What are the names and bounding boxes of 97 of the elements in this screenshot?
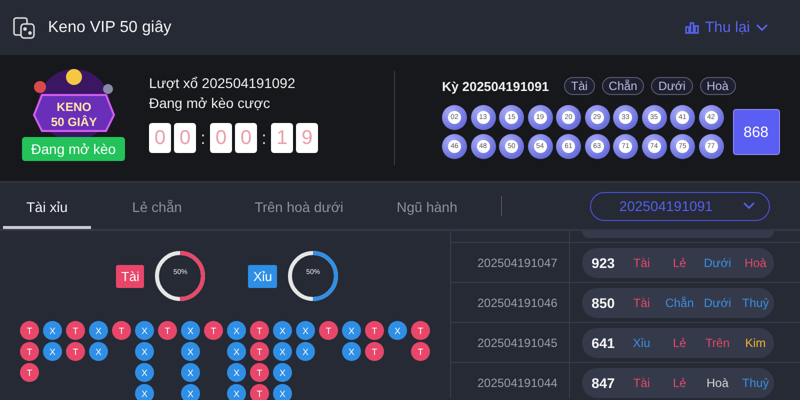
dice-icon bbox=[12, 16, 36, 40]
bead: X bbox=[227, 321, 246, 340]
result-tag: Tài bbox=[564, 77, 595, 95]
bead: X bbox=[43, 321, 62, 340]
game-title: Keno VIP 50 giây bbox=[48, 18, 172, 36]
result-tag: Thuỷ bbox=[736, 296, 774, 310]
bead: X bbox=[135, 384, 154, 400]
result-tag: Dưới bbox=[651, 77, 693, 95]
result-total: 923 bbox=[591, 254, 616, 270]
stat-label: Xỉu bbox=[248, 264, 278, 288]
result-tag: Hoà bbox=[736, 256, 774, 270]
status-text: Đang mở kèo cược bbox=[149, 94, 272, 113]
countdown-digit: 0 bbox=[174, 123, 196, 153]
bead: X bbox=[135, 342, 154, 361]
bead: T bbox=[250, 342, 269, 361]
collapse-button[interactable]: Thu lại bbox=[684, 19, 768, 36]
bead: X bbox=[227, 342, 246, 361]
period-cell: 202504191045 bbox=[451, 323, 570, 362]
tab[interactable]: Lẻ chẵn bbox=[91, 183, 223, 229]
result-total: 641 bbox=[591, 334, 616, 350]
donut-chart bbox=[287, 250, 340, 302]
result-tag: Hoà bbox=[700, 77, 736, 95]
bead: T bbox=[20, 342, 39, 361]
result-total: 850 bbox=[591, 294, 616, 310]
bead: X bbox=[388, 321, 407, 340]
bead: T bbox=[204, 321, 223, 340]
bead: X bbox=[135, 321, 154, 340]
bead: T bbox=[319, 321, 338, 340]
period-dropdown[interactable]: 202504191091 bbox=[590, 192, 770, 220]
period-label: Kỳ 202504191091 bbox=[442, 78, 549, 94]
result-tag: Tài bbox=[622, 256, 661, 270]
result-tag: Lẻ bbox=[660, 376, 699, 390]
round-label: Lượt xổ 202504191092 bbox=[149, 74, 296, 93]
bead: X bbox=[296, 321, 315, 340]
result-tag: Kim bbox=[736, 336, 774, 350]
bead: X bbox=[342, 321, 361, 340]
bead: T bbox=[250, 321, 269, 340]
result-tag: Chẵn bbox=[660, 296, 699, 310]
bead: X bbox=[273, 342, 292, 361]
bar-chart-icon bbox=[684, 22, 699, 34]
donut-chart bbox=[154, 250, 206, 302]
result-total: 847 bbox=[591, 374, 616, 390]
bead: T bbox=[365, 321, 384, 340]
result-tag: Tài bbox=[622, 376, 661, 390]
bead: T bbox=[112, 321, 131, 340]
period-cell: 202504191046 bbox=[451, 283, 570, 322]
bead: T bbox=[411, 321, 430, 340]
stat-label: Tài bbox=[116, 264, 144, 288]
status-badge: Đang mở kèo bbox=[22, 137, 125, 161]
countdown-digit: 0 bbox=[210, 123, 232, 153]
bead: T bbox=[250, 384, 269, 400]
chevron-down-icon bbox=[756, 24, 768, 32]
bead: X bbox=[135, 363, 154, 382]
result-tag: Trên bbox=[698, 336, 736, 350]
bead: X bbox=[181, 342, 200, 361]
countdown-digit: 0 bbox=[235, 123, 257, 153]
bead: X bbox=[273, 321, 292, 340]
result-tag: Lẻ bbox=[660, 336, 699, 350]
countdown-separator: : bbox=[199, 128, 206, 148]
total-score: 868 bbox=[732, 109, 780, 155]
result-tag: Hoà bbox=[698, 376, 736, 390]
countdown-digit: 0 bbox=[149, 123, 171, 153]
result-tag: Xỉu bbox=[622, 336, 661, 350]
bead: T bbox=[66, 321, 85, 340]
result-tag: Dưới bbox=[698, 256, 736, 270]
bead: X bbox=[181, 363, 200, 382]
bead: X bbox=[181, 321, 200, 340]
bead: X bbox=[227, 363, 246, 382]
period-cell: 202504191047 bbox=[451, 243, 570, 282]
bead: X bbox=[181, 384, 200, 400]
countdown-separator: : bbox=[260, 128, 268, 148]
result-tag: Chẵn bbox=[602, 77, 644, 95]
tab[interactable]: Ngũ hành bbox=[375, 183, 479, 229]
bead: T bbox=[20, 321, 39, 340]
bead: T bbox=[66, 342, 85, 361]
countdown-digit: 1 bbox=[271, 123, 293, 153]
bead: T bbox=[250, 363, 269, 382]
bead: T bbox=[365, 342, 384, 361]
bead: X bbox=[342, 342, 361, 361]
bead: X bbox=[89, 342, 108, 361]
result-tag: Tài bbox=[622, 296, 661, 310]
bead: T bbox=[158, 321, 177, 340]
bead: X bbox=[273, 363, 292, 382]
bead: X bbox=[296, 342, 315, 361]
bead: X bbox=[43, 342, 62, 361]
countdown-digit: 9 bbox=[296, 123, 318, 153]
bead: T bbox=[20, 363, 39, 382]
bead: X bbox=[227, 384, 246, 400]
period-cell: 202504191044 bbox=[451, 363, 570, 398]
bead: X bbox=[89, 321, 108, 340]
result-tag: Lẻ bbox=[660, 256, 699, 270]
result-tag: Thuỷ bbox=[736, 376, 774, 390]
bead: T bbox=[411, 342, 430, 361]
tab[interactable]: Trên hoà dưới bbox=[223, 183, 375, 229]
result-tag: Dưới bbox=[698, 296, 736, 310]
chevron-down-icon bbox=[742, 202, 755, 210]
bead: X bbox=[273, 384, 292, 400]
